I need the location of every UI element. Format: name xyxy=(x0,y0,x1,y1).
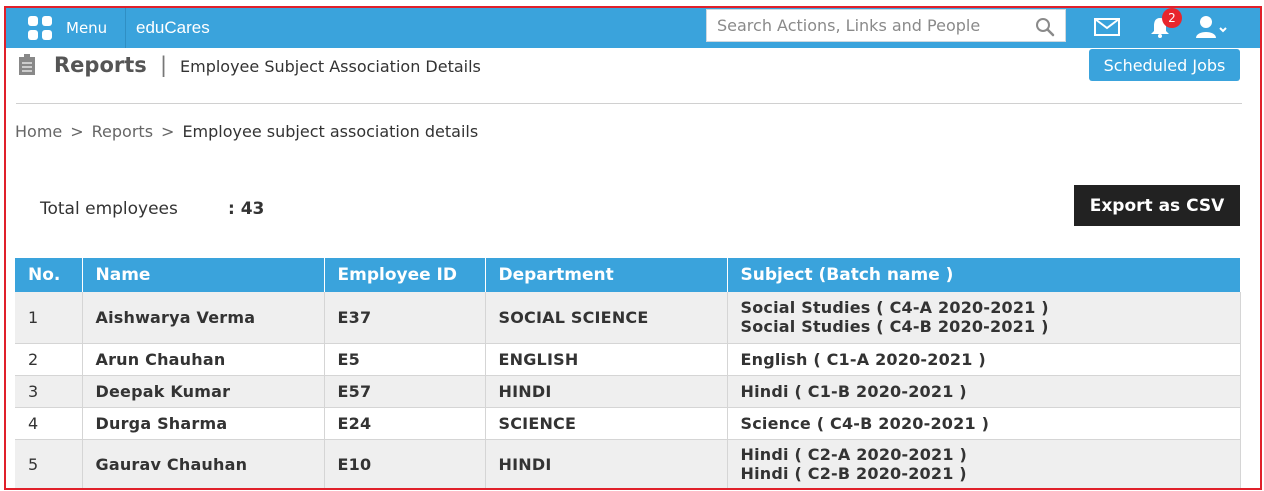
breadcrumb-separator: > xyxy=(70,122,84,141)
column-header-department: Department xyxy=(485,258,728,292)
cell-employee-id: E57 xyxy=(324,375,486,408)
breadcrumb: Home > Reports > Employee subject associ… xyxy=(15,122,478,141)
title-separator: | xyxy=(160,53,168,77)
page-header: Reports | Employee Subject Association D… xyxy=(16,48,1242,104)
subject-entry: Hindi ( C2-B 2020-2021 ) xyxy=(740,464,967,483)
cell-department: SOCIAL SCIENCE xyxy=(485,292,728,344)
cell-employee-id: E37 xyxy=(324,292,486,344)
cell-name: Aishwarya Verma xyxy=(82,292,325,344)
menu-label: Menu xyxy=(66,19,108,37)
table-row: 5 Gaurav Chauhan E10 HINDI Hindi ( C2-A … xyxy=(15,439,1241,490)
export-csv-button[interactable]: Export as CSV xyxy=(1074,185,1240,226)
cell-employee-id: E5 xyxy=(324,343,486,376)
page-title: Reports xyxy=(54,53,147,77)
menu-grid-icon xyxy=(28,16,52,40)
cell-name: Arun Chauhan xyxy=(82,343,325,376)
column-header-no: No. xyxy=(15,258,83,292)
cell-no: 4 xyxy=(15,407,83,440)
subject-entry: Hindi ( C1-B 2020-2021 ) xyxy=(740,381,967,401)
table-row: 3 Deepak Kumar E57 HINDI Hindi ( C1-B 20… xyxy=(15,375,1241,408)
column-header-name: Name xyxy=(82,258,325,292)
total-employees-label: Total employees xyxy=(40,199,178,219)
reports-icon xyxy=(19,54,35,75)
cell-department: ENGLISH xyxy=(485,343,728,376)
employee-subject-table: No. Name Employee ID Department Subject … xyxy=(15,258,1241,490)
cell-subject: English ( C1-A 2020-2021 ) xyxy=(727,343,1241,376)
cell-department: SCIENCE xyxy=(485,407,728,440)
cell-name: Deepak Kumar xyxy=(82,375,325,408)
cell-department: HINDI xyxy=(485,439,728,490)
menu-button[interactable]: Menu xyxy=(14,8,126,48)
search-input[interactable] xyxy=(707,16,1027,35)
column-header-subject: Subject (Batch name ) xyxy=(727,258,1241,292)
breadcrumb-reports[interactable]: Reports xyxy=(92,122,153,141)
cell-no: 2 xyxy=(15,343,83,376)
subject-entry: English ( C1-A 2020-2021 ) xyxy=(740,349,986,369)
breadcrumb-separator: > xyxy=(161,122,175,141)
scheduled-jobs-button[interactable]: Scheduled Jobs xyxy=(1089,49,1240,81)
cell-department: HINDI xyxy=(485,375,728,408)
cell-employee-id: E24 xyxy=(324,407,486,440)
cell-subject: Science ( C4-B 2020-2021 ) xyxy=(727,407,1241,440)
table-row: 4 Durga Sharma E24 SCIENCE Science ( C4-… xyxy=(15,407,1241,440)
cell-employee-id: E10 xyxy=(324,439,486,490)
subject-entry: Social Studies ( C4-B 2020-2021 ) xyxy=(740,317,1049,337)
table-header-row: No. Name Employee ID Department Subject … xyxy=(15,258,1241,292)
brand-link[interactable]: eduCares xyxy=(136,18,210,38)
top-navbar: Menu eduCares 2 xyxy=(6,8,1260,48)
breadcrumb-current: Employee subject association details xyxy=(182,122,479,141)
cell-no: 1 xyxy=(15,292,83,344)
column-header-employee-id: Employee ID xyxy=(324,258,486,292)
subject-entry: Social Studies ( C4-A 2020-2021 ) xyxy=(740,298,1049,318)
cell-name: Gaurav Chauhan xyxy=(82,439,325,490)
cell-no: 3 xyxy=(15,375,83,408)
notification-badge: 2 xyxy=(1162,8,1182,28)
search-box xyxy=(706,9,1066,42)
mail-icon[interactable] xyxy=(1094,17,1120,37)
cell-subject: Hindi ( C1-B 2020-2021 ) xyxy=(727,375,1241,408)
cell-subject: Social Studies ( C4-A 2020-2021 ) Social… xyxy=(727,292,1241,344)
page-subtitle: Employee Subject Association Details xyxy=(180,57,481,76)
subject-entry: Science ( C4-B 2020-2021 ) xyxy=(740,413,990,433)
cell-name: Durga Sharma xyxy=(82,407,325,440)
breadcrumb-home[interactable]: Home xyxy=(15,122,62,141)
cell-no: 5 xyxy=(15,439,83,490)
search-icon[interactable] xyxy=(1035,17,1055,37)
total-employees-value: : 43 xyxy=(228,199,265,219)
table-row: 2 Arun Chauhan E5 ENGLISH English ( C1-A… xyxy=(15,343,1241,376)
cell-subject: Hindi ( C2-A 2020-2021 ) Hindi ( C2-B 20… xyxy=(727,439,1241,490)
user-icon[interactable] xyxy=(1194,14,1228,40)
table-row: 1 Aishwarya Verma E37 SOCIAL SCIENCE Soc… xyxy=(15,292,1241,344)
subject-entry: Hindi ( C2-A 2020-2021 ) xyxy=(740,445,968,464)
